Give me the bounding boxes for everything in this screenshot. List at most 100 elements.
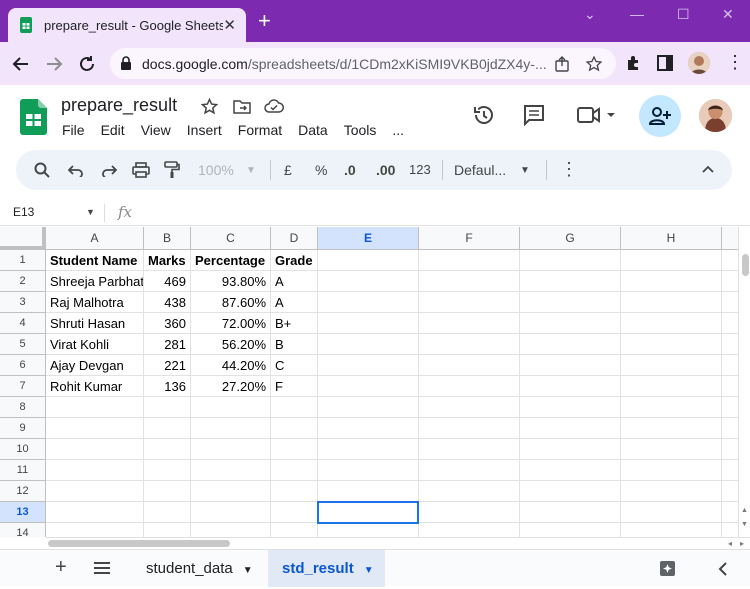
cell[interactable]	[722, 292, 738, 313]
sheet-tab-caret-icon[interactable]: ▼	[243, 565, 253, 576]
side-panel-icon[interactable]	[657, 55, 673, 71]
star-icon[interactable]	[201, 98, 218, 115]
column-header-g[interactable]: G	[520, 227, 621, 250]
menu-data[interactable]: Data	[298, 122, 328, 138]
cell[interactable]	[318, 313, 419, 334]
cell[interactable]: B+	[271, 313, 318, 334]
cell[interactable]	[46, 397, 144, 418]
cell[interactable]: 56.20%	[191, 334, 271, 355]
cell[interactable]	[318, 250, 419, 271]
cell[interactable]	[520, 334, 621, 355]
cloud-saved-icon[interactable]	[264, 99, 284, 114]
cell[interactable]	[318, 523, 419, 537]
add-sheet-icon[interactable]: +	[55, 556, 67, 579]
cell[interactable]: Raj Malhotra	[46, 292, 144, 313]
cell[interactable]: 221	[144, 355, 191, 376]
cell[interactable]	[419, 250, 520, 271]
cell[interactable]: F	[271, 376, 318, 397]
cell[interactable]	[722, 271, 738, 292]
scroll-right-arrow-icon[interactable]: ▸	[740, 539, 744, 548]
collapse-chevron-icon[interactable]	[702, 165, 714, 173]
extensions-puzzle-icon[interactable]	[625, 55, 642, 72]
cell[interactable]	[722, 355, 738, 376]
vertical-scroll-thumb[interactable]	[742, 254, 749, 276]
cell[interactable]	[419, 523, 520, 537]
name-box[interactable]: E13	[13, 205, 34, 219]
cell[interactable]	[520, 418, 621, 439]
tab-search-chevron-icon[interactable]: ⌄	[584, 6, 596, 23]
cell[interactable]	[419, 460, 520, 481]
maximize-icon[interactable]: ☐	[677, 6, 690, 23]
cell[interactable]	[271, 481, 318, 502]
menu-insert[interactable]: Insert	[187, 122, 222, 138]
side-panel-toggle-chevron-icon[interactable]	[718, 562, 728, 576]
explore-icon[interactable]	[660, 561, 675, 576]
header-cell[interactable]: Grade	[271, 250, 318, 271]
address-bar[interactable]: docs.google.com/spreadsheets/d/1CDm2xKiS…	[110, 48, 616, 79]
menu-file[interactable]: File	[62, 122, 85, 138]
new-tab-icon[interactable]: +	[258, 10, 271, 32]
scroll-down-arrow-icon[interactable]: ▼	[741, 521, 748, 528]
cell[interactable]: 281	[144, 334, 191, 355]
cell[interactable]	[318, 334, 419, 355]
google-sheets-logo[interactable]	[20, 99, 47, 135]
cell[interactable]	[46, 418, 144, 439]
menu-tools[interactable]: Tools	[344, 122, 377, 138]
search-icon[interactable]	[34, 162, 50, 178]
cell[interactable]	[144, 439, 191, 460]
cell[interactable]	[621, 481, 722, 502]
cell[interactable]	[621, 313, 722, 334]
cell[interactable]	[621, 376, 722, 397]
cell[interactable]: 438	[144, 292, 191, 313]
cell[interactable]: 27.20%	[191, 376, 271, 397]
redo-icon[interactable]	[101, 163, 117, 177]
format-currency-button[interactable]: £	[284, 162, 292, 178]
cell[interactable]	[271, 523, 318, 537]
cell[interactable]	[271, 397, 318, 418]
cell[interactable]	[318, 292, 419, 313]
cell[interactable]	[191, 481, 271, 502]
font-caret-icon[interactable]: ▼	[520, 165, 530, 176]
cell[interactable]	[621, 418, 722, 439]
back-arrow-icon[interactable]	[10, 53, 32, 75]
cell[interactable]	[520, 313, 621, 334]
cell[interactable]	[191, 418, 271, 439]
cell[interactable]	[621, 292, 722, 313]
cell[interactable]	[419, 271, 520, 292]
cell[interactable]	[520, 250, 621, 271]
tab-close-icon[interactable]: ✕	[223, 16, 236, 34]
cell[interactable]	[722, 376, 738, 397]
cell[interactable]	[419, 481, 520, 502]
cell[interactable]	[520, 271, 621, 292]
comments-icon[interactable]	[523, 104, 545, 126]
cell[interactable]	[46, 523, 144, 537]
cell[interactable]	[46, 502, 144, 523]
row-header[interactable]: 3	[0, 292, 46, 313]
cell[interactable]	[271, 439, 318, 460]
cell[interactable]	[318, 481, 419, 502]
cell[interactable]	[419, 502, 520, 523]
all-sheets-menu-icon[interactable]	[94, 562, 110, 574]
row-header[interactable]: 8	[0, 397, 46, 418]
scroll-left-arrow-icon[interactable]: ◂	[728, 539, 732, 548]
cell[interactable]	[191, 397, 271, 418]
cell[interactable]	[722, 397, 738, 418]
print-icon[interactable]	[132, 162, 150, 178]
format-percent-button[interactable]: %	[315, 162, 327, 178]
cell[interactable]	[520, 502, 621, 523]
cell[interactable]: 136	[144, 376, 191, 397]
cell[interactable]	[520, 292, 621, 313]
row-header[interactable]: 12	[0, 481, 46, 502]
selected-cell-outline[interactable]	[317, 501, 419, 524]
cell[interactable]	[271, 460, 318, 481]
cell[interactable]	[191, 523, 271, 537]
cell[interactable]	[318, 460, 419, 481]
cell[interactable]	[419, 376, 520, 397]
menu-more[interactable]: ...	[392, 122, 404, 138]
column-header-e[interactable]: E	[318, 227, 419, 250]
reload-icon[interactable]	[76, 53, 98, 75]
cell[interactable]	[722, 481, 738, 502]
cell[interactable]	[191, 502, 271, 523]
cell[interactable]	[144, 460, 191, 481]
cell[interactable]: 93.80%	[191, 271, 271, 292]
